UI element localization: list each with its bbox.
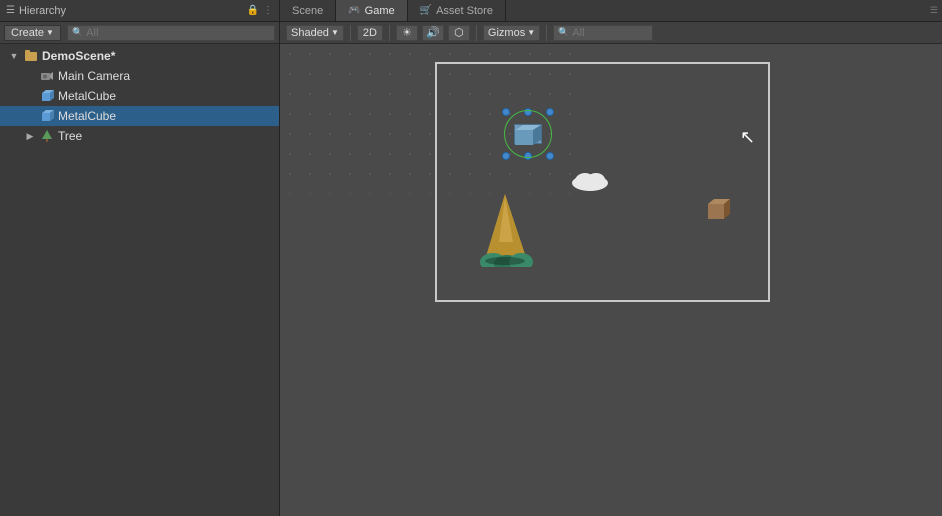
right-panel: Scene 🎮 Game 🛒 Asset Store ☰ Shaded ▼ 2D [280,0,942,516]
gizmo-handle-tr[interactable] [546,108,554,116]
lighting-button[interactable]: ☀ [396,25,418,41]
game-tab-label: Game [365,5,395,17]
cube-icon-1 [39,88,55,104]
hierarchy-header-icons: 🔒 ⋮ [247,5,273,16]
panel-menu-icon[interactable]: ☰ [930,5,942,16]
tree-icon [39,128,55,144]
scene-game-tabs: Scene 🎮 Game 🛒 Asset Store ☰ [280,0,942,22]
tree-label: Tree [58,129,279,143]
hierarchy-menu-icon[interactable]: ⋮ [263,5,273,16]
metalcube1-label: MetalCube [58,89,279,103]
assetstore-tab-label: Asset Store [436,5,493,17]
gizmo-handle-br[interactable] [546,152,554,160]
hierarchy-search-input[interactable] [86,27,270,39]
cloud-object [570,169,610,196]
2d-button[interactable]: 2D [357,25,383,41]
audio-button[interactable]: 🔊 [422,25,444,41]
tree-shadow [485,257,525,265]
hierarchy-tree: ▼ DemoScene* [0,44,279,516]
camera-effect-icon: ⬡ [454,26,464,39]
search-icon: 🔍 [72,27,83,38]
tab-scene[interactable]: Scene [280,0,336,21]
gizmo-handle-bl[interactable] [502,152,510,160]
lock-icon[interactable]: 🔒 [247,5,259,16]
hierarchy-item-metalcube1[interactable]: MetalCube [0,86,279,106]
toolbar-sep-4 [546,25,547,41]
toolbar-sep-3 [476,25,477,41]
tree-arrow: ▶ [24,131,36,142]
hierarchy-item-demoscene[interactable]: ▼ DemoScene* [0,46,279,66]
metalcube-gizmo-group[interactable] [498,104,558,164]
scene-toolbar: Shaded ▼ 2D ☀ 🔊 ⬡ Gizmos ▼ [280,22,942,44]
hierarchy-panel-title: Hierarchy [19,5,243,17]
tab-assetstore[interactable]: 🛒 Asset Store [408,0,506,21]
hierarchy-icon: ☰ [6,5,15,16]
scene-tab-label: Scene [292,5,323,17]
camera-effect-button[interactable]: ⬡ [448,25,470,41]
assetstore-tab-icon: 🛒 [420,5,432,16]
hierarchy-toolbar: Create ▼ 🔍 [0,22,279,44]
metalcube-body [514,124,542,144]
brown-cube-object[interactable] [708,199,734,224]
hierarchy-item-maincamera[interactable]: Main Camera [0,66,279,86]
cursor-arrow: ↖ [740,127,755,148]
scene-search-icon: 🔍 [558,27,569,38]
hierarchy-search-box[interactable]: 🔍 [67,25,275,41]
shaded-dropdown[interactable]: Shaded ▼ [286,25,344,41]
gizmos-dropdown[interactable]: Gizmos ▼ [483,25,540,41]
demoscene-icon [23,48,39,64]
game-tab-icon: 🎮 [348,5,360,16]
gizmo-handle-tl[interactable] [502,108,510,116]
maincamera-label: Main Camera [58,69,279,83]
scene-objects: ↖ [280,44,942,516]
toolbar-sep-2 [389,25,390,41]
hierarchy-item-tree[interactable]: ▶ Tree [0,126,279,146]
sun-icon: ☀ [402,26,412,39]
metalcube2-label: MetalCube [58,109,279,123]
metalcube-svg [515,125,543,145]
camera-icon [39,68,55,84]
audio-icon: 🔊 [426,26,440,39]
tab-game[interactable]: 🎮 Game [336,0,407,21]
hierarchy-panel: ☰ Hierarchy 🔒 ⋮ Create ▼ 🔍 ▼ [0,0,280,516]
tree-foliage-svg [475,192,535,267]
hierarchy-panel-header: ☰ Hierarchy 🔒 ⋮ [0,0,279,22]
cube-icon-2 [39,108,55,124]
scene-search-input[interactable] [572,27,648,39]
tree-object[interactable] [475,192,535,270]
cloud-svg [570,169,610,193]
scene-search-box[interactable]: 🔍 [553,25,653,41]
demoscene-arrow: ▼ [8,51,20,61]
brown-cube-svg [708,199,734,221]
scene-viewport[interactable]: ↖ [280,44,942,516]
main-layout: ☰ Hierarchy 🔒 ⋮ Create ▼ 🔍 ▼ [0,0,942,516]
toolbar-sep-1 [350,25,351,41]
hierarchy-item-metalcube2[interactable]: MetalCube [0,106,279,126]
demoscene-label: DemoScene* [42,49,279,63]
create-button[interactable]: Create ▼ [4,25,61,41]
